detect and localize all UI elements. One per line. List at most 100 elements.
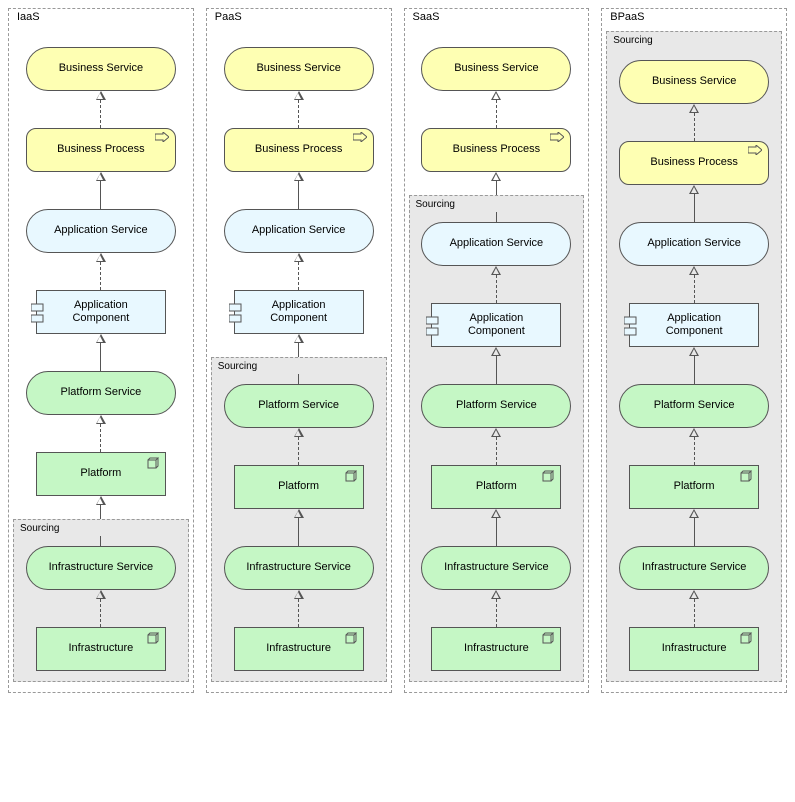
node-label: Platform Service <box>456 399 537 412</box>
infrastructure-service-node: Infrastructure Service <box>619 546 769 590</box>
sourcing-group-bpaas: Sourcing Business Service Business Proce… <box>606 31 782 682</box>
realization-arrow <box>689 104 699 141</box>
stack-iaas: Business Service Business Process Applic… <box>15 25 187 682</box>
column-title: SaaS <box>411 11 442 23</box>
application-component-node: Application Component <box>36 290 166 334</box>
application-service-node: Application Service <box>26 209 176 253</box>
serving-arrow <box>294 334 304 357</box>
node-label: Platform Service <box>258 399 339 412</box>
component-icon <box>624 314 638 338</box>
realization-arrow <box>96 253 106 290</box>
realization-arrow <box>689 266 699 303</box>
application-service-node: Application Service <box>619 222 769 266</box>
column-title: IaaS <box>15 11 42 23</box>
diagram-root: IaaS Business Service Business Process A… <box>8 8 787 693</box>
process-arrow-icon <box>155 132 169 142</box>
business-service-node: Business Service <box>26 47 176 91</box>
node-label: Infrastructure <box>662 642 727 655</box>
realization-arrow <box>96 590 106 627</box>
node-label: Business Process <box>255 143 342 156</box>
sourcing-label: Sourcing <box>20 523 59 534</box>
process-arrow-icon <box>748 145 762 155</box>
node-label: Business Service <box>59 62 143 75</box>
platform-service-node: Platform Service <box>224 384 374 428</box>
cube-icon <box>344 632 357 645</box>
cube-icon <box>146 457 159 470</box>
application-service-node: Application Service <box>421 222 571 266</box>
stack-bpaas: Sourcing Business Service Business Proce… <box>608 25 780 682</box>
process-arrow-icon <box>353 132 367 142</box>
column-title: PaaS <box>213 11 244 23</box>
serving-arrow <box>294 172 304 209</box>
platform-service-node: Platform Service <box>421 384 571 428</box>
node-label: Infrastructure <box>68 642 133 655</box>
node-label: Application Service <box>252 224 346 237</box>
infrastructure-node: Infrastructure <box>431 627 561 671</box>
cube-icon <box>541 470 554 483</box>
node-label: Application Component <box>666 312 723 338</box>
serving-arrow <box>689 509 699 546</box>
realization-arrow <box>294 253 304 290</box>
application-service-node: Application Service <box>224 209 374 253</box>
node-label: Application Component <box>270 299 327 325</box>
realization-arrow <box>491 428 501 465</box>
serving-arrow <box>96 334 106 371</box>
serving-arrow <box>491 172 501 195</box>
realization-arrow <box>294 91 304 128</box>
node-label: Application Service <box>54 224 148 237</box>
node-label: Platform Service <box>654 399 735 412</box>
realization-arrow <box>491 590 501 627</box>
component-icon <box>31 301 45 325</box>
infrastructure-service-node: Infrastructure Service <box>26 546 176 590</box>
component-icon <box>426 314 440 338</box>
infrastructure-node: Infrastructure <box>36 627 166 671</box>
node-label: Platform <box>674 480 715 493</box>
application-component-node: Application Component <box>234 290 364 334</box>
node-label: Infrastructure Service <box>246 561 351 574</box>
platform-node: Platform <box>431 465 561 509</box>
node-label: Business Process <box>453 143 540 156</box>
cube-icon <box>739 470 752 483</box>
column-saas: SaaS Business Service Business Process S… <box>404 8 590 693</box>
cube-icon <box>739 632 752 645</box>
infrastructure-node: Infrastructure <box>234 627 364 671</box>
stack-saas: Business Service Business Process Sourci… <box>411 25 583 682</box>
node-label: Infrastructure Service <box>444 561 549 574</box>
serving-arrow <box>96 172 106 209</box>
serving-arrow <box>491 347 501 384</box>
realization-arrow <box>689 428 699 465</box>
column-iaas: IaaS Business Service Business Process A… <box>8 8 194 693</box>
node-label: Platform <box>476 480 517 493</box>
infrastructure-service-node: Infrastructure Service <box>421 546 571 590</box>
application-component-node: Application Component <box>629 303 759 347</box>
realization-arrow <box>491 266 501 303</box>
node-label: Business Process <box>57 143 144 156</box>
node-label: Infrastructure Service <box>49 561 154 574</box>
node-label: Business Process <box>650 156 737 169</box>
node-label: Platform <box>80 467 121 480</box>
column-title: BPaaS <box>608 11 646 23</box>
column-paas: PaaS Business Service Business Process A… <box>206 8 392 693</box>
serving-arrow <box>491 509 501 546</box>
serving-arrow <box>96 496 106 519</box>
node-label: Platform Service <box>61 386 142 399</box>
node-label: Infrastructure Service <box>642 561 747 574</box>
node-label: Application Service <box>450 237 544 250</box>
infrastructure-node: Infrastructure <box>629 627 759 671</box>
node-label: Application Component <box>72 299 129 325</box>
serving-arrow <box>689 347 699 384</box>
sourcing-group-saas: Sourcing Application Service Application… <box>409 195 585 682</box>
stack-paas: Business Service Business Process Applic… <box>213 25 385 682</box>
infrastructure-service-node: Infrastructure Service <box>224 546 374 590</box>
sourcing-label: Sourcing <box>218 361 257 372</box>
serving-arrow <box>294 509 304 546</box>
business-service-node: Business Service <box>224 47 374 91</box>
serving-arrow <box>689 185 699 222</box>
business-process-node: Business Process <box>26 128 176 172</box>
cube-icon <box>146 632 159 645</box>
node-label: Application Component <box>468 312 525 338</box>
realization-arrow <box>294 428 304 465</box>
sourcing-group-paas: Sourcing Platform Service Platform Infra… <box>211 357 387 682</box>
node-label: Business Service <box>652 75 736 88</box>
sourcing-label: Sourcing <box>416 199 455 210</box>
